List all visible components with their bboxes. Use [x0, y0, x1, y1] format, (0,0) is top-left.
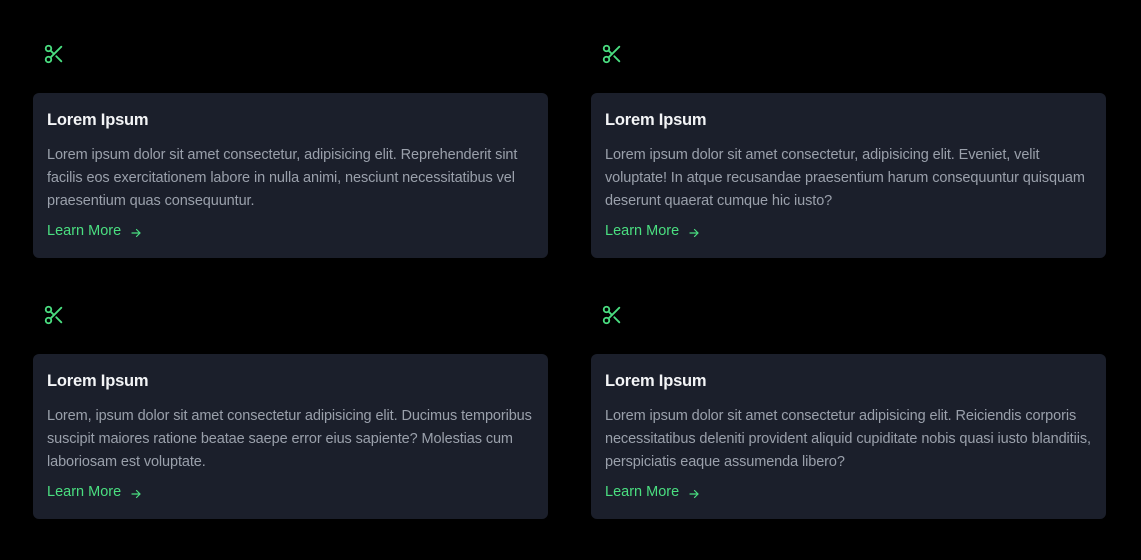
card-title: Lorem Ipsum	[605, 372, 707, 390]
card-description: Lorem ipsum dolor sit amet consectetur, …	[605, 147, 1085, 209]
scissors-icon	[601, 43, 623, 65]
arrow-right-icon	[130, 225, 142, 238]
arrow-right-icon	[130, 486, 142, 499]
learn-more-link[interactable]: Learn More	[605, 221, 700, 241]
scissors-icon	[43, 43, 65, 65]
learn-more-label: Learn More	[47, 223, 122, 239]
feature-card: Lorem Ipsum Lorem, ipsum dolor sit amet …	[33, 354, 548, 519]
card-description: Lorem, ipsum dolor sit amet consectetur …	[47, 408, 532, 470]
learn-more-label: Learn More	[605, 223, 680, 239]
learn-more-link[interactable]: Learn More	[47, 221, 142, 241]
learn-more-label: Learn More	[605, 484, 680, 500]
card-title: Lorem Ipsum	[47, 111, 149, 129]
card-description: Lorem ipsum dolor sit amet consectetur a…	[605, 408, 1091, 470]
learn-more-link[interactable]: Learn More	[605, 482, 700, 502]
scissors-icon	[601, 304, 623, 326]
arrow-right-icon	[688, 225, 700, 238]
feature-card: Lorem Ipsum Lorem ipsum dolor sit amet c…	[591, 93, 1106, 258]
card-title: Lorem Ipsum	[605, 111, 707, 129]
feature-grid: Lorem Ipsum Lorem ipsum dolor sit amet c…	[0, 0, 1141, 560]
card-title: Lorem Ipsum	[47, 372, 149, 390]
feature-card: Lorem Ipsum Lorem ipsum dolor sit amet c…	[591, 354, 1106, 519]
learn-more-link[interactable]: Learn More	[47, 482, 142, 502]
feature-card: Lorem Ipsum Lorem ipsum dolor sit amet c…	[33, 93, 548, 258]
arrow-right-icon	[688, 486, 700, 499]
card-description: Lorem ipsum dolor sit amet consectetur, …	[47, 147, 518, 209]
scissors-icon	[43, 304, 65, 326]
learn-more-label: Learn More	[47, 484, 122, 500]
